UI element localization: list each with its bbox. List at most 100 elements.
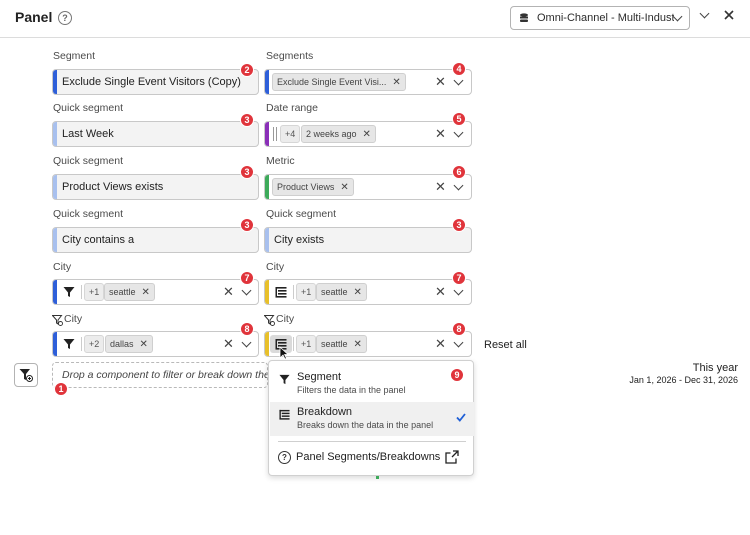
city-filter-field[interactable]: +1 seattle ✕ ✕ <box>52 279 259 305</box>
remove-tag-icon[interactable]: ✕ <box>392 77 400 88</box>
clear-icon[interactable]: ✕ <box>435 179 446 195</box>
quick-segment-field[interactable]: Last Week <box>52 121 259 147</box>
external-link-icon <box>445 450 459 469</box>
collapse-button[interactable] <box>699 8 710 19</box>
metric-field[interactable]: Product Views ✕ ✕ <box>264 174 472 200</box>
drag-handle-icon[interactable] <box>273 127 277 141</box>
more-count[interactable]: +1 <box>296 283 317 301</box>
date-range-title[interactable]: This year <box>693 362 738 374</box>
city-tag[interactable]: seattle ✕ <box>316 283 367 301</box>
field-label: City <box>266 261 285 273</box>
filter-settings-icon <box>263 313 275 331</box>
field-value: Product Views exists <box>62 181 164 193</box>
tag-label: seattle <box>321 287 348 297</box>
remove-tag-icon[interactable]: ✕ <box>354 339 362 350</box>
remove-tag-icon[interactable]: ✕ <box>142 287 150 298</box>
step-badge: 4 <box>452 62 466 76</box>
add-filter-button[interactable] <box>14 363 38 387</box>
database-icon <box>520 13 528 22</box>
filter-settings-icon <box>51 313 63 331</box>
step-badge: 8 <box>240 322 254 336</box>
field-label: City <box>276 313 295 325</box>
remove-tag-icon[interactable]: ✕ <box>363 129 371 140</box>
funnel-icon[interactable] <box>58 335 80 353</box>
step-badge: 3 <box>240 113 254 127</box>
chevron-down-icon[interactable] <box>453 127 464 138</box>
report-suite-label: Omni-Channel - Multi-Industry <box>537 12 674 24</box>
quick-segment-field[interactable]: City contains a <box>52 227 259 253</box>
step-badge: 8 <box>452 322 466 336</box>
city-breakdown-field[interactable]: +1 seattle ✕ ✕ <box>264 331 472 357</box>
breakdown-icon[interactable] <box>270 283 292 301</box>
indicator-dot <box>376 476 379 479</box>
help-icon: ? <box>278 451 291 464</box>
field-label: Metric <box>266 155 295 167</box>
menu-item-segment[interactable]: Segment Filters the data in the panel <box>269 365 475 399</box>
step-badge: 9 <box>450 368 464 382</box>
field-label: Segment <box>53 50 96 62</box>
close-button[interactable] <box>722 8 736 22</box>
clear-icon[interactable]: ✕ <box>435 284 446 300</box>
clear-icon[interactable]: ✕ <box>223 336 234 352</box>
help-icon[interactable]: ? <box>58 11 72 25</box>
page-title: Panel <box>15 9 53 25</box>
chevron-down-icon[interactable] <box>241 285 252 296</box>
remove-tag-icon[interactable]: ✕ <box>340 182 348 193</box>
quick-segment-field[interactable]: City exists <box>264 227 472 253</box>
city-tag[interactable]: seattle ✕ <box>104 283 155 301</box>
date-tag[interactable]: 2 weeks ago ✕ <box>301 125 376 143</box>
tag-label: dallas <box>110 339 134 349</box>
step-badge: 6 <box>452 165 466 179</box>
menu-item-desc: Breaks down the data in the panel <box>297 420 434 430</box>
remove-tag-icon[interactable]: ✕ <box>354 287 362 298</box>
close-icon <box>724 10 734 20</box>
reset-all-button[interactable]: Reset all <box>484 339 527 351</box>
step-badge: 1 <box>54 382 68 396</box>
field-label: Quick segment <box>53 155 124 167</box>
chevron-down-icon[interactable] <box>453 285 464 296</box>
city-tag[interactable]: dallas ✕ <box>105 335 153 353</box>
funnel-icon[interactable] <box>58 283 80 301</box>
more-count[interactable]: +1 <box>296 335 317 353</box>
city-filter-field[interactable]: +2 dallas ✕ ✕ <box>52 331 259 357</box>
chevron-down-icon[interactable] <box>453 337 464 348</box>
chevron-down-icon[interactable] <box>453 75 464 86</box>
step-badge: 3 <box>240 218 254 232</box>
field-value: City exists <box>274 234 325 246</box>
clear-icon[interactable]: ✕ <box>435 336 446 352</box>
clear-icon[interactable]: ✕ <box>435 74 446 90</box>
menu-footer-label: Panel Segments/Breakdowns <box>296 451 441 463</box>
tag-label: seattle <box>321 339 348 349</box>
tag-label: Exclude Single Event Visi... <box>277 77 387 87</box>
chevron-down-icon[interactable] <box>453 180 464 191</box>
chevron-down-icon <box>699 8 710 19</box>
panel-segments-breakdowns-link[interactable]: ? Panel Segments/Breakdowns <box>269 447 475 469</box>
segment-tag[interactable]: Exclude Single Event Visi... ✕ <box>272 73 406 91</box>
chevron-down-icon <box>672 11 683 21</box>
step-badge: 7 <box>240 271 254 285</box>
more-count[interactable]: +1 <box>84 283 105 301</box>
tag-label: seattle <box>109 287 136 297</box>
report-suite-picker[interactable]: Omni-Channel - Multi-Industry <box>510 6 690 30</box>
menu-item-title: Segment <box>297 371 342 383</box>
chevron-down-icon[interactable] <box>241 337 252 348</box>
step-badge: 5 <box>452 112 466 126</box>
city-tag[interactable]: seattle ✕ <box>316 335 367 353</box>
segment-field[interactable]: Exclude Single Event Visitors (Copy) <box>52 69 259 95</box>
metric-tag[interactable]: Product Views ✕ <box>272 178 354 196</box>
remove-tag-icon[interactable]: ✕ <box>140 339 148 350</box>
city-breakdown-field[interactable]: +1 seattle ✕ ✕ <box>264 279 472 305</box>
component-dropzone[interactable]: Drop a component to filter or break down… <box>52 362 268 388</box>
menu-item-breakdown[interactable]: Breakdown Breaks down the data in the pa… <box>270 402 474 436</box>
field-value: City contains a <box>62 234 135 246</box>
quick-segment-field[interactable]: Product Views exists <box>52 174 259 200</box>
more-count[interactable]: +2 <box>84 335 105 353</box>
clear-icon[interactable]: ✕ <box>435 126 446 142</box>
more-count[interactable]: +4 <box>280 125 301 143</box>
clear-icon[interactable]: ✕ <box>223 284 234 300</box>
segments-field[interactable]: Exclude Single Event Visi... ✕ ✕ <box>264 69 472 95</box>
menu-item-title: Breakdown <box>297 406 353 418</box>
date-range-field[interactable]: +4 2 weeks ago ✕ ✕ <box>264 121 472 147</box>
field-label: City <box>64 313 83 325</box>
breakdown-icon <box>279 407 290 425</box>
